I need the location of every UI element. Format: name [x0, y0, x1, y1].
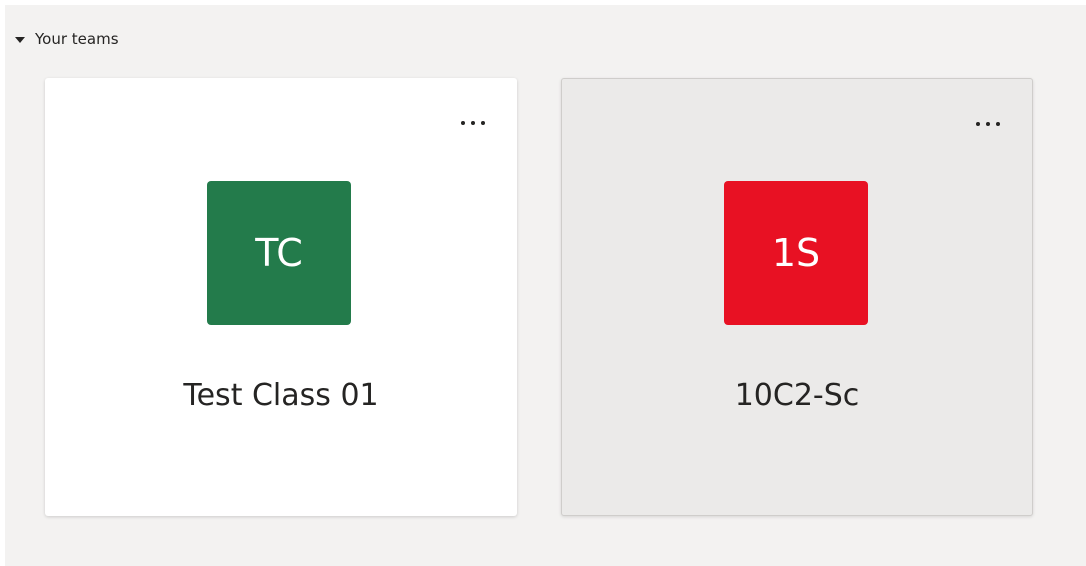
dot: [976, 122, 980, 126]
your-teams-section-toggle[interactable]: Your teams: [15, 27, 119, 51]
dot: [461, 121, 465, 125]
team-card-10c2-sc[interactable]: 1S 10C2-Sc: [561, 78, 1033, 516]
section-title: Your teams: [35, 30, 119, 48]
dot: [996, 122, 1000, 126]
dot: [481, 121, 485, 125]
team-avatar: 1S: [724, 181, 868, 325]
dot: [471, 121, 475, 125]
teams-panel: Your teams TC Test Class 01 1S 10C2-Sc: [5, 5, 1086, 566]
team-name: Test Class 01: [183, 378, 379, 413]
more-options-icon[interactable]: [457, 112, 489, 134]
dot: [986, 122, 990, 126]
caret-down-icon: [15, 36, 25, 43]
more-options-icon[interactable]: [972, 113, 1004, 135]
team-name: 10C2-Sc: [734, 378, 860, 413]
team-avatar: TC: [207, 181, 351, 325]
team-card-test-class-01[interactable]: TC Test Class 01: [45, 78, 517, 516]
